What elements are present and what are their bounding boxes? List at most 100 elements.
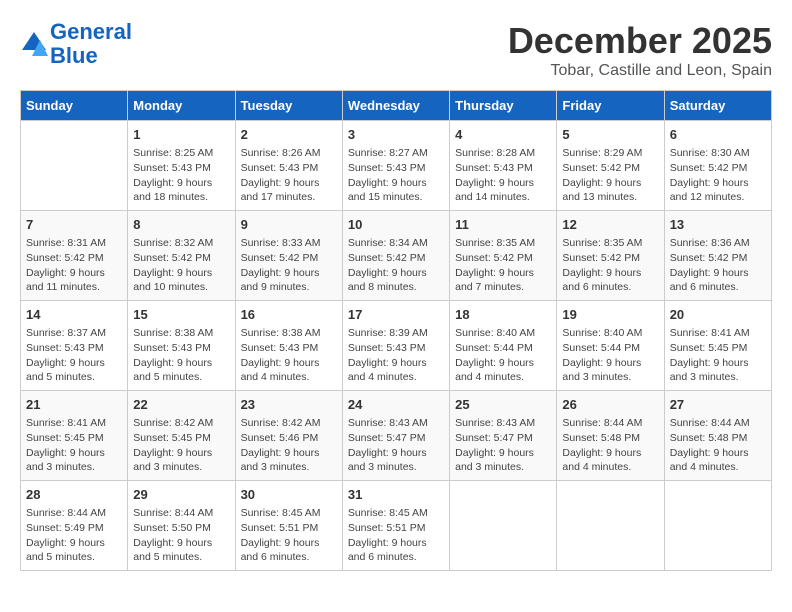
calendar-day-1: 1 Sunrise: 8:25 AM Sunset: 5:43 PM Daylig… xyxy=(128,121,235,211)
day-info: Sunrise: 8:39 AM Sunset: 5:43 PM Dayligh… xyxy=(348,326,444,385)
calendar-day-28: 28 Sunrise: 8:44 AM Sunset: 5:49 PM Dayli… xyxy=(21,481,128,571)
day-info: Sunrise: 8:40 AM Sunset: 5:44 PM Dayligh… xyxy=(455,326,551,385)
day-number: 21 xyxy=(26,396,122,414)
calendar-week-1: 1 Sunrise: 8:25 AM Sunset: 5:43 PM Daylig… xyxy=(21,121,772,211)
header-thursday: Thursday xyxy=(450,91,557,121)
day-number: 25 xyxy=(455,396,551,414)
day-info: Sunrise: 8:35 AM Sunset: 5:42 PM Dayligh… xyxy=(562,236,658,295)
calendar-day-3: 3 Sunrise: 8:27 AM Sunset: 5:43 PM Daylig… xyxy=(342,121,449,211)
header-tuesday: Tuesday xyxy=(235,91,342,121)
day-info: Sunrise: 8:38 AM Sunset: 5:43 PM Dayligh… xyxy=(133,326,229,385)
calendar-day-22: 22Sunrise: 8:42 AM Sunset: 5:45 PM Dayli… xyxy=(128,391,235,481)
day-number: 8 xyxy=(133,216,229,234)
calendar-day-8: 8 Sunrise: 8:32 AM Sunset: 5:42 PM Daylig… xyxy=(128,211,235,301)
day-number: 13 xyxy=(670,216,766,234)
day-info: Sunrise: 8:44 AM Sunset: 5:48 PM Dayligh… xyxy=(670,416,766,475)
day-info: Sunrise: 8:38 AM Sunset: 5:43 PM Dayligh… xyxy=(241,326,337,385)
day-number: 2 xyxy=(241,126,337,144)
calendar-day-13: 13Sunrise: 8:36 AM Sunset: 5:42 PM Dayli… xyxy=(664,211,771,301)
day-number: 12 xyxy=(562,216,658,234)
page-header: General Blue December 2025 Tobar, Castil… xyxy=(20,20,772,80)
empty-cell xyxy=(664,481,771,571)
empty-cell xyxy=(21,121,128,211)
calendar-day-15: 15Sunrise: 8:38 AM Sunset: 5:43 PM Dayli… xyxy=(128,301,235,391)
title-block: December 2025 Tobar, Castille and Leon, … xyxy=(508,20,772,80)
calendar-day-23: 23 Sunrise: 8:42 AM Sunset: 5:46 PM Dayli… xyxy=(235,391,342,481)
day-info: Sunrise: 8:45 AM Sunset: 5:51 PM Dayligh… xyxy=(241,506,337,565)
day-number: 30 xyxy=(241,486,337,504)
calendar-day-17: 17 Sunrise: 8:39 AM Sunset: 5:43 PM Dayli… xyxy=(342,301,449,391)
calendar-table: SundayMondayTuesdayWednesdayThursdayFrid… xyxy=(20,90,772,571)
day-number: 10 xyxy=(348,216,444,234)
day-info: Sunrise: 8:25 AM Sunset: 5:43 PM Dayligh… xyxy=(133,146,229,205)
day-info: Sunrise: 8:41 AM Sunset: 5:45 PM Dayligh… xyxy=(670,326,766,385)
day-number: 9 xyxy=(241,216,337,234)
calendar-week-4: 21 Sunrise: 8:41 AM Sunset: 5:45 PM Dayli… xyxy=(21,391,772,481)
day-number: 28 xyxy=(26,486,122,504)
day-info: Sunrise: 8:42 AM Sunset: 5:46 PM Dayligh… xyxy=(241,416,337,475)
header-sunday: Sunday xyxy=(21,91,128,121)
calendar-day-2: 2 Sunrise: 8:26 AM Sunset: 5:43 PM Daylig… xyxy=(235,121,342,211)
day-info: Sunrise: 8:32 AM Sunset: 5:42 PM Dayligh… xyxy=(133,236,229,295)
calendar-day-26: 26 Sunrise: 8:44 AM Sunset: 5:48 PM Dayli… xyxy=(557,391,664,481)
day-number: 26 xyxy=(562,396,658,414)
empty-cell xyxy=(450,481,557,571)
day-info: Sunrise: 8:43 AM Sunset: 5:47 PM Dayligh… xyxy=(348,416,444,475)
day-number: 1 xyxy=(133,126,229,144)
calendar-day-19: 19Sunrise: 8:40 AM Sunset: 5:44 PM Dayli… xyxy=(557,301,664,391)
day-info: Sunrise: 8:44 AM Sunset: 5:49 PM Dayligh… xyxy=(26,506,122,565)
day-info: Sunrise: 8:45 AM Sunset: 5:51 PM Dayligh… xyxy=(348,506,444,565)
header-wednesday: Wednesday xyxy=(342,91,449,121)
day-number: 22 xyxy=(133,396,229,414)
day-number: 11 xyxy=(455,216,551,234)
day-info: Sunrise: 8:28 AM Sunset: 5:43 PM Dayligh… xyxy=(455,146,551,205)
calendar-day-7: 7 Sunrise: 8:31 AM Sunset: 5:42 PM Daylig… xyxy=(21,211,128,301)
day-number: 27 xyxy=(670,396,766,414)
calendar-day-16: 16 Sunrise: 8:38 AM Sunset: 5:43 PM Dayli… xyxy=(235,301,342,391)
calendar-day-30: 30 Sunrise: 8:45 AM Sunset: 5:51 PM Dayli… xyxy=(235,481,342,571)
day-number: 16 xyxy=(241,306,337,324)
day-number: 23 xyxy=(241,396,337,414)
day-number: 29 xyxy=(133,486,229,504)
calendar-day-31: 31 Sunrise: 8:45 AM Sunset: 5:51 PM Dayli… xyxy=(342,481,449,571)
calendar-day-5: 5 Sunrise: 8:29 AM Sunset: 5:42 PM Daylig… xyxy=(557,121,664,211)
calendar-day-4: 4 Sunrise: 8:28 AM Sunset: 5:43 PM Daylig… xyxy=(450,121,557,211)
day-number: 4 xyxy=(455,126,551,144)
day-info: Sunrise: 8:30 AM Sunset: 5:42 PM Dayligh… xyxy=(670,146,766,205)
empty-cell xyxy=(557,481,664,571)
day-info: Sunrise: 8:41 AM Sunset: 5:45 PM Dayligh… xyxy=(26,416,122,475)
calendar-day-12: 12 Sunrise: 8:35 AM Sunset: 5:42 PM Dayli… xyxy=(557,211,664,301)
day-number: 20 xyxy=(670,306,766,324)
day-info: Sunrise: 8:29 AM Sunset: 5:42 PM Dayligh… xyxy=(562,146,658,205)
calendar-day-25: 25Sunrise: 8:43 AM Sunset: 5:47 PM Dayli… xyxy=(450,391,557,481)
logo: General Blue xyxy=(20,20,132,68)
calendar-week-5: 28 Sunrise: 8:44 AM Sunset: 5:49 PM Dayli… xyxy=(21,481,772,571)
day-number: 18 xyxy=(455,306,551,324)
day-number: 31 xyxy=(348,486,444,504)
day-number: 5 xyxy=(562,126,658,144)
page-subtitle: Tobar, Castille and Leon, Spain xyxy=(508,62,772,80)
logo-text: General Blue xyxy=(50,20,132,68)
day-info: Sunrise: 8:34 AM Sunset: 5:42 PM Dayligh… xyxy=(348,236,444,295)
calendar-day-9: 9Sunrise: 8:33 AM Sunset: 5:42 PM Daylig… xyxy=(235,211,342,301)
day-number: 17 xyxy=(348,306,444,324)
day-info: Sunrise: 8:27 AM Sunset: 5:43 PM Dayligh… xyxy=(348,146,444,205)
day-info: Sunrise: 8:31 AM Sunset: 5:42 PM Dayligh… xyxy=(26,236,122,295)
day-number: 7 xyxy=(26,216,122,234)
calendar-week-2: 7 Sunrise: 8:31 AM Sunset: 5:42 PM Daylig… xyxy=(21,211,772,301)
day-number: 3 xyxy=(348,126,444,144)
header-saturday: Saturday xyxy=(664,91,771,121)
day-number: 19 xyxy=(562,306,658,324)
calendar-day-21: 21 Sunrise: 8:41 AM Sunset: 5:45 PM Dayli… xyxy=(21,391,128,481)
calendar-day-18: 18 Sunrise: 8:40 AM Sunset: 5:44 PM Dayli… xyxy=(450,301,557,391)
header-friday: Friday xyxy=(557,91,664,121)
calendar-day-20: 20 Sunrise: 8:41 AM Sunset: 5:45 PM Dayli… xyxy=(664,301,771,391)
day-info: Sunrise: 8:37 AM Sunset: 5:43 PM Dayligh… xyxy=(26,326,122,385)
calendar-day-6: 6Sunrise: 8:30 AM Sunset: 5:42 PM Daylig… xyxy=(664,121,771,211)
calendar-day-14: 14Sunrise: 8:37 AM Sunset: 5:43 PM Dayli… xyxy=(21,301,128,391)
day-info: Sunrise: 8:26 AM Sunset: 5:43 PM Dayligh… xyxy=(241,146,337,205)
day-info: Sunrise: 8:35 AM Sunset: 5:42 PM Dayligh… xyxy=(455,236,551,295)
day-info: Sunrise: 8:44 AM Sunset: 5:50 PM Dayligh… xyxy=(133,506,229,565)
day-info: Sunrise: 8:44 AM Sunset: 5:48 PM Dayligh… xyxy=(562,416,658,475)
day-number: 24 xyxy=(348,396,444,414)
